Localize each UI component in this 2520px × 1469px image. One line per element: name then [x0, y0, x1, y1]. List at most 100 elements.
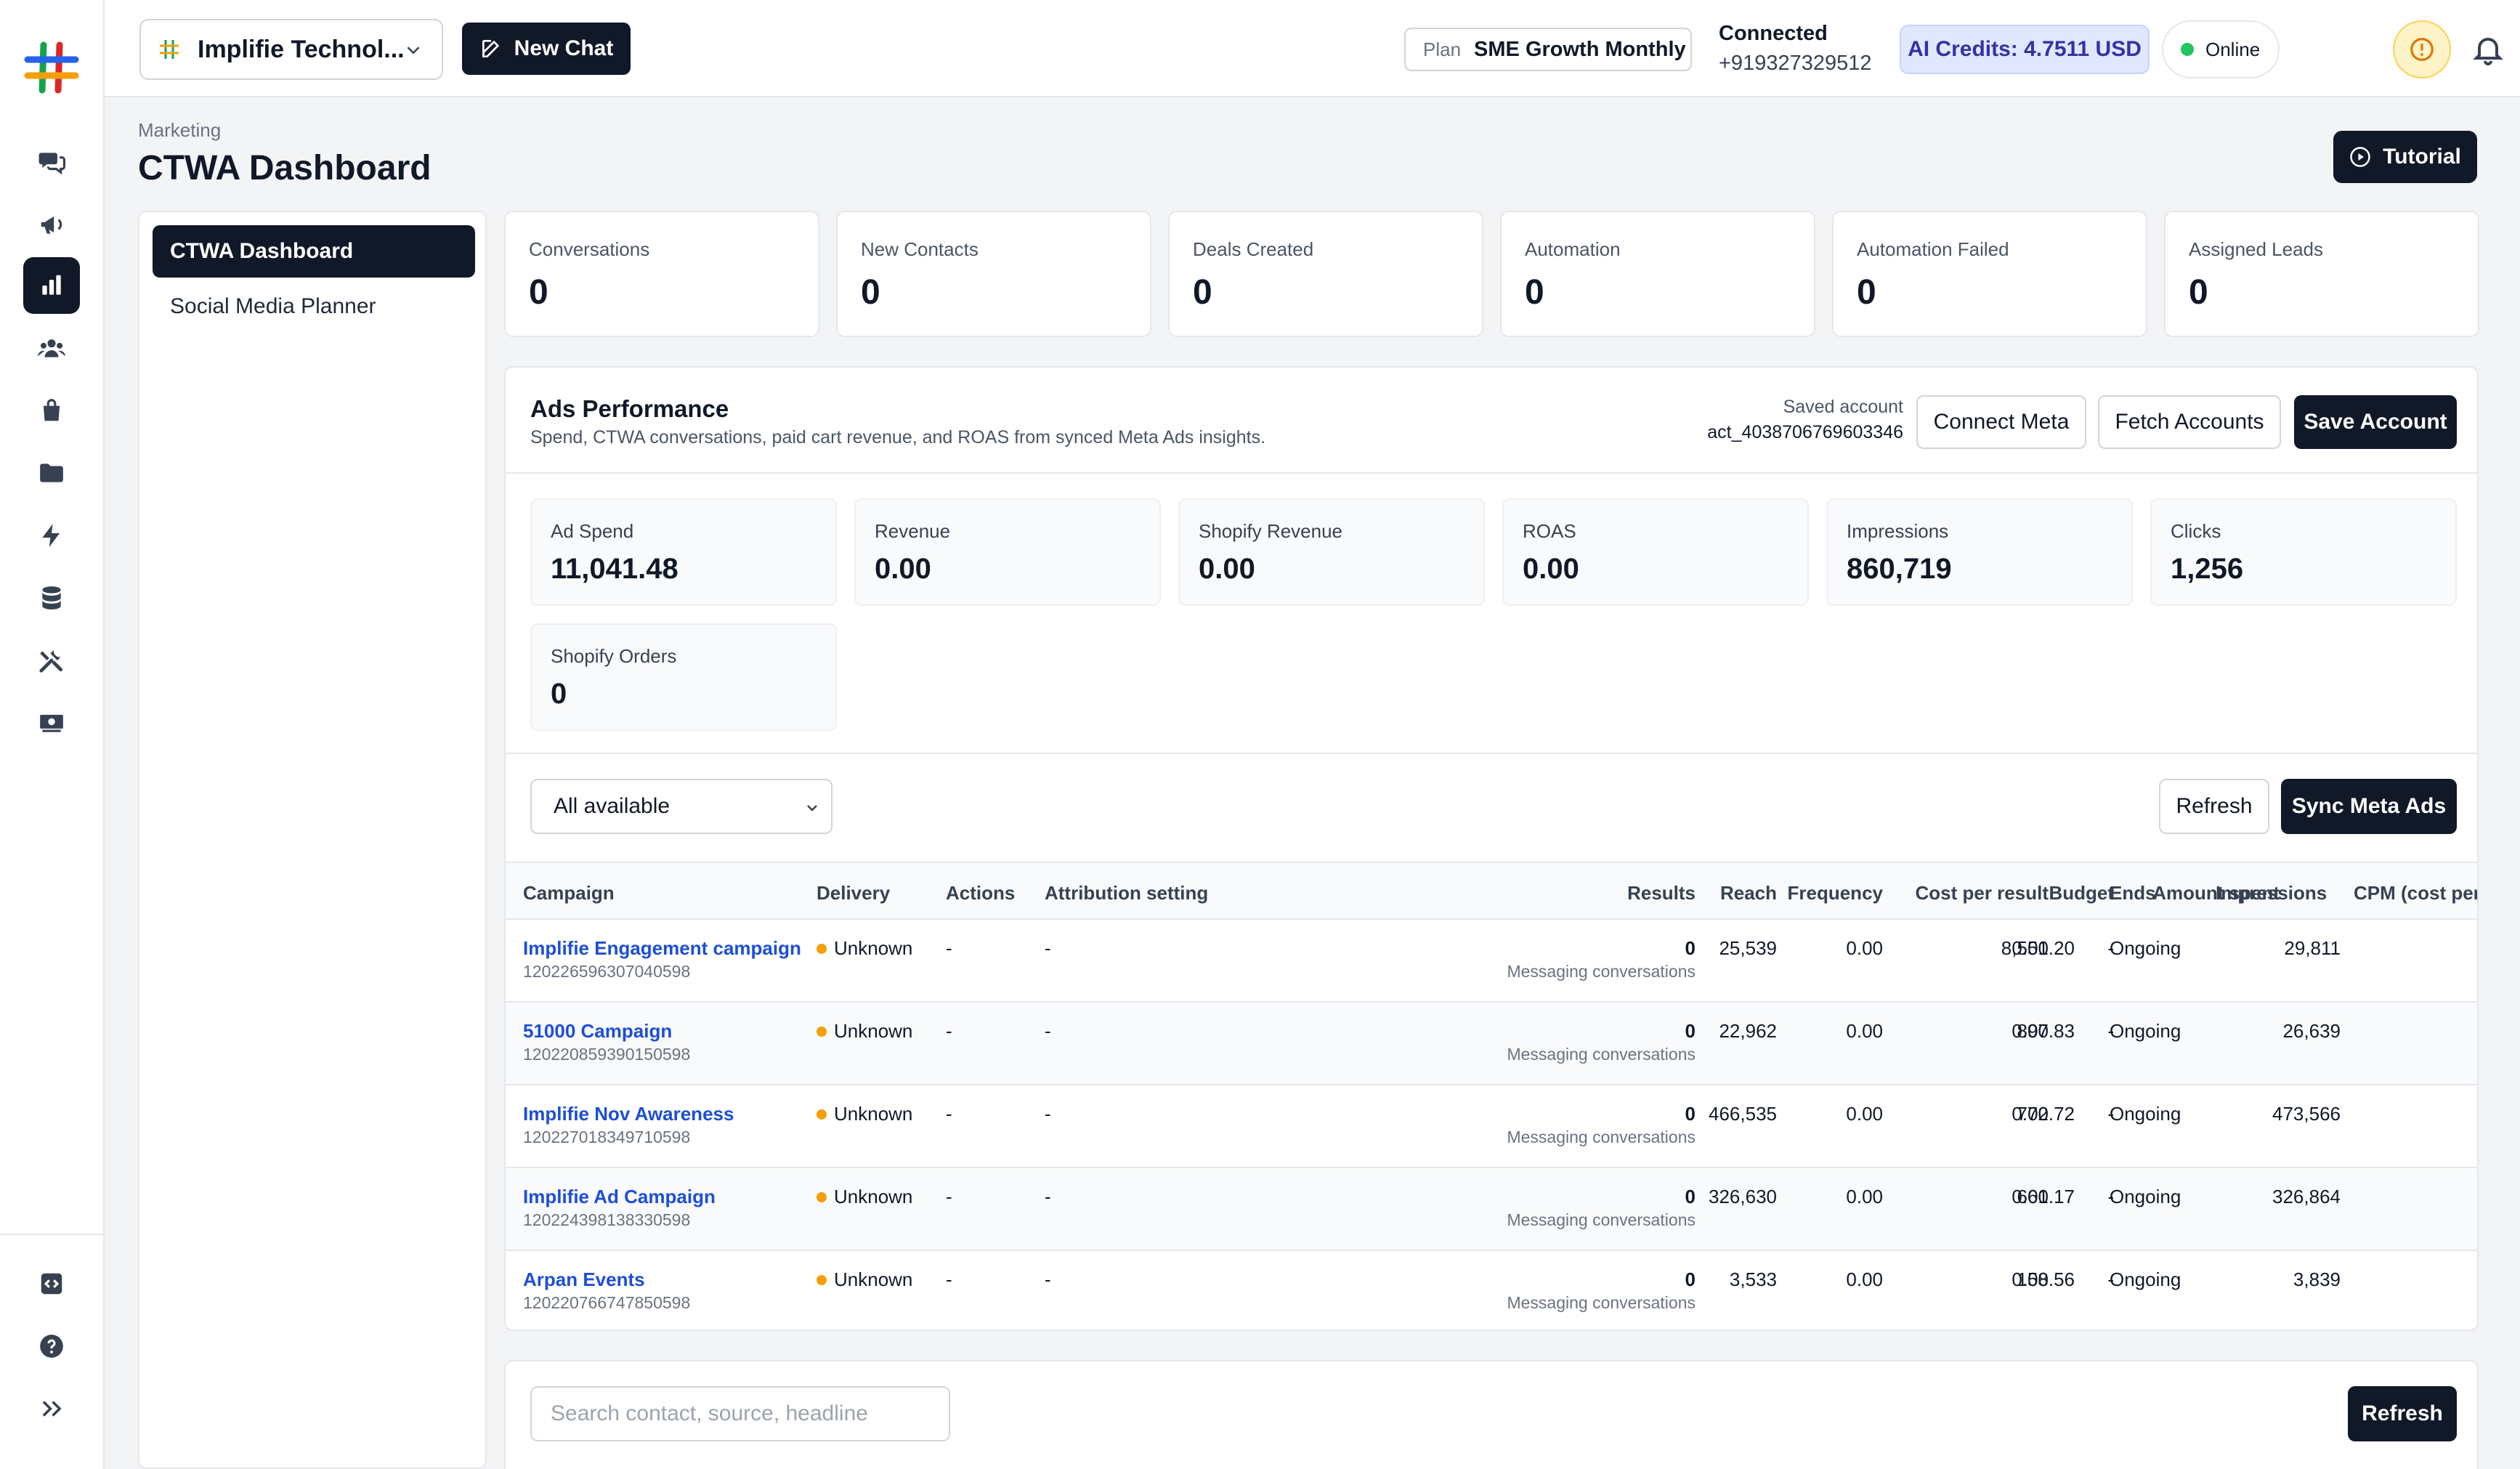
table-row[interactable]: Implifie Ad Campaign 120224398138330598 …	[506, 1168, 2477, 1251]
page-title: CTWA Dashboard	[138, 149, 432, 187]
results-subtext: Messaging conversations	[1507, 1128, 1695, 1146]
campaign-name-link[interactable]: Implifie Nov Awareness	[523, 1103, 734, 1125]
col-actions[interactable]: Actions	[946, 882, 1015, 905]
attribution-cell: -	[1045, 1268, 1051, 1290]
rail-developer-button[interactable]	[23, 1255, 80, 1312]
attribution-cell: -	[1045, 1020, 1051, 1042]
ads-title: Ads Performance	[530, 395, 729, 422]
subnav-item-social-media-planner[interactable]: Social Media Planner	[153, 280, 475, 333]
kpi-card-deals-created: Deals Created 0	[1168, 211, 1483, 337]
connect-meta-button[interactable]: Connect Meta	[1916, 395, 2086, 449]
reach-cell: 3,533	[1729, 1268, 1777, 1290]
plan-label: Plan	[1423, 38, 1462, 60]
lightning-icon	[42, 524, 60, 547]
bar-chart-icon	[42, 275, 61, 295]
chat-bubbles-icon	[39, 153, 65, 175]
col-attribution[interactable]: Attribution setting	[1045, 882, 1208, 905]
app-logo[interactable]	[22, 38, 81, 97]
rail-tools-button[interactable]	[23, 632, 80, 689]
reach-cell: 22,962	[1719, 1020, 1777, 1042]
kpi-label: New Contacts	[861, 238, 979, 260]
metric-value: 11,041.48	[551, 553, 678, 585]
table-row[interactable]: Implifie Engagement campaign 12022659630…	[506, 920, 2477, 1003]
online-status-toggle[interactable]: Online	[2162, 20, 2280, 78]
rail-billing-button[interactable]	[23, 695, 80, 751]
search-input[interactable]	[530, 1386, 950, 1441]
reach-cell: 326,630	[1709, 1186, 1777, 1207]
metric-value: 0	[551, 678, 567, 710]
rail-expand-button[interactable]	[23, 1380, 80, 1437]
metric-shopify-orders: Shopify Orders 0	[530, 623, 837, 731]
database-icon	[42, 586, 61, 610]
table-row[interactable]: Implifie Nov Awareness 12022701834971059…	[506, 1085, 2477, 1168]
col-results[interactable]: Results	[1627, 882, 1695, 905]
campaign-name-link[interactable]: 51000 Campaign	[523, 1020, 672, 1043]
ends-cell: Ongoing	[2110, 1268, 2181, 1290]
campaign-id: 120227018349710598	[523, 1128, 691, 1146]
results-cell: 0	[1685, 1268, 1695, 1290]
divider	[506, 753, 2477, 754]
rail-chat-button[interactable]	[23, 134, 80, 190]
table-row[interactable]: 51000 Campaign 120220859390150598 Unknow…	[506, 1003, 2477, 1085]
col-campaign[interactable]: Campaign	[523, 882, 615, 905]
tutorial-button[interactable]: Tutorial	[2333, 131, 2477, 183]
expand-icon	[42, 1401, 62, 1417]
metric-ad-spend: Ad Spend 11,041.48	[530, 498, 837, 606]
fetch-accounts-button[interactable]: Fetch Accounts	[2098, 395, 2281, 449]
results-cell: 0	[1685, 1186, 1695, 1207]
col-delivery[interactable]: Delivery	[817, 882, 890, 905]
campaign-id: 120224398138330598	[523, 1210, 691, 1229]
rail-data-button[interactable]	[23, 570, 80, 626]
saved-account-value: act_4038706769603346	[1707, 422, 1903, 442]
kpi-label: Assigned Leads	[2189, 238, 2324, 260]
sync-meta-ads-button[interactable]: Sync Meta Ads	[2281, 779, 2457, 834]
refresh-ads-button[interactable]: Refresh	[2159, 779, 2269, 834]
kpi-card-conversations: Conversations 0	[504, 211, 819, 337]
rail-campaigns-button[interactable]	[23, 196, 80, 253]
frequency-cell: 0.00	[1846, 937, 1883, 959]
marketing-subnav: CTWA Dashboard Social Media Planner	[138, 211, 487, 1469]
delivery-label: Unknown	[834, 1268, 913, 1290]
ad-account-filter-select[interactable]: All available	[530, 779, 832, 834]
col-reach[interactable]: Reach	[1720, 882, 1777, 905]
campaign-table-header: Campaign Delivery Actions Attribution se…	[506, 862, 2477, 920]
megaphone-icon	[41, 216, 62, 234]
status-dot	[817, 944, 827, 954]
refresh-leads-button[interactable]: Refresh	[2348, 1386, 2457, 1441]
attribution-cell: -	[1045, 937, 1051, 959]
ends-cell: Ongoing	[2110, 1103, 2181, 1125]
campaign-name-link[interactable]: Implifie Ad Campaign	[523, 1186, 716, 1208]
rail-help-button[interactable]	[23, 1318, 80, 1375]
col-impressions[interactable]: Impressions	[2216, 882, 2327, 905]
breadcrumb[interactable]: Marketing	[138, 119, 221, 142]
delivery-status: Unknown	[817, 1020, 912, 1043]
campaign-name-link[interactable]: Arpan Events	[523, 1268, 645, 1291]
col-frequency[interactable]: Frequency	[1788, 882, 1884, 905]
col-ends[interactable]: Ends	[2110, 882, 2156, 905]
amount-spent-cell: 897.83	[2017, 1020, 2075, 1042]
kpi-value: 0	[861, 273, 880, 312]
results-cell: 0	[1685, 937, 1695, 959]
status-dot	[817, 1192, 827, 1202]
col-cpm[interactable]: CPM (cost per	[2354, 882, 2477, 905]
bell-icon[interactable]	[2471, 32, 2505, 67]
rail-analytics-button[interactable]	[23, 257, 80, 314]
save-account-button[interactable]: Save Account	[2294, 395, 2457, 449]
kpi-value: 0	[1525, 273, 1544, 312]
new-chat-button[interactable]: New Chat	[462, 23, 631, 75]
org-switcher[interactable]: Implifie Technol...	[139, 19, 443, 80]
table-row[interactable]: Arpan Events 120220766747850598 Unknown …	[506, 1251, 2477, 1330]
rail-files-button[interactable]	[23, 445, 80, 501]
col-cost-per-result[interactable]: Cost per result	[1916, 882, 2049, 905]
actions-cell: -	[946, 1186, 952, 1207]
connection-info: Connected +919327329512	[1719, 22, 1871, 76]
amount-spent-cell: 8,551.20	[2001, 937, 2075, 959]
alert-button[interactable]	[2393, 20, 2451, 78]
campaign-name-link[interactable]: Implifie Engagement campaign	[523, 937, 801, 960]
rail-contacts-button[interactable]	[23, 320, 80, 376]
rail-automation-button[interactable]	[23, 507, 80, 564]
subnav-item-ctwa-dashboard[interactable]: CTWA Dashboard	[153, 225, 475, 278]
rail-commerce-button[interactable]	[23, 382, 80, 439]
amount-spent-cell: 661.17	[2017, 1186, 2075, 1207]
col-budget[interactable]: Budget	[2049, 882, 2114, 905]
